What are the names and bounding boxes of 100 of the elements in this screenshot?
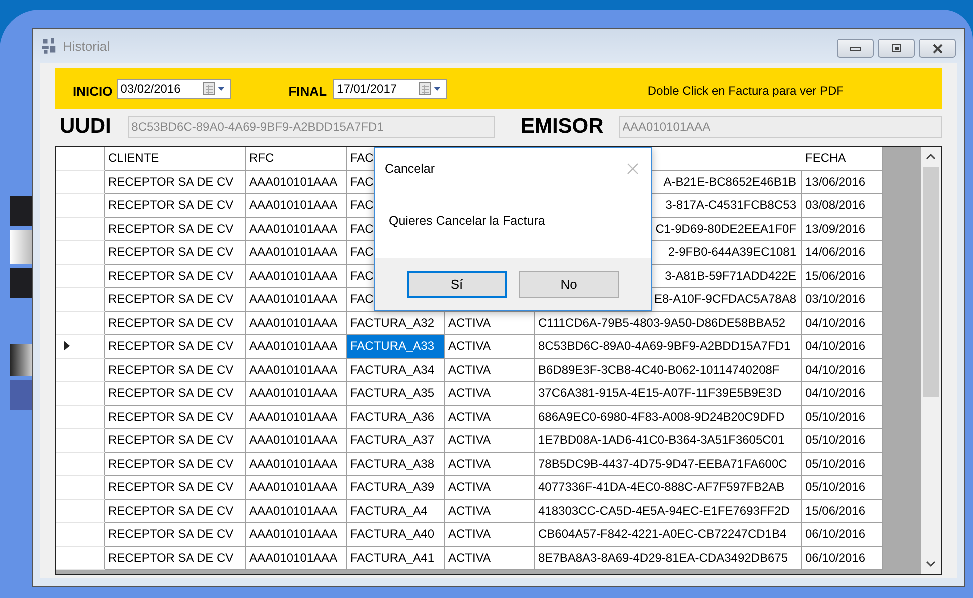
uudi-label: UUDI — [60, 115, 112, 139]
table-cell: 3-817A-C4531FCB8C53 — [666, 198, 796, 212]
table-cell: 14/06/2016 — [806, 245, 866, 260]
table-cell: FACTURA_A37 — [350, 433, 435, 448]
table-cell: 05/10/2016 — [806, 410, 866, 424]
table-cell: FACTURA_A32 — [350, 316, 435, 330]
table-cell: ACTIVA — [448, 480, 491, 494]
table-cell: 05/10/2016 — [806, 480, 866, 494]
table-cell: AAA010101AAA — [250, 504, 338, 518]
table-cell: RECEPTOR SA DE CV — [108, 386, 234, 400]
date-picker[interactable]: 03/02/2016 — [116, 78, 231, 98]
background-window-edge — [10, 380, 32, 410]
background-window-edge — [10, 196, 32, 226]
table-cell: ACTIVA — [448, 410, 491, 424]
window-title: Historial — [63, 38, 110, 54]
table-cell: 4077336F-41DA-4EC0-888C-AF7F597FB2AB — [538, 480, 785, 494]
table-cell: ACTIVA — [448, 550, 491, 565]
close-button[interactable] — [919, 39, 956, 58]
table-cell: ACTIVA — [448, 504, 491, 518]
table-cell: AAA010101AAA — [250, 292, 338, 306]
background-window-edge — [10, 268, 32, 298]
dialog-button[interactable]: No — [519, 270, 619, 298]
table-cell: RECEPTOR SA DE CV — [108, 433, 234, 448]
table-cell: RECEPTOR SA DE CV — [108, 198, 234, 212]
table-cell: AAA010101AAA — [250, 433, 338, 448]
table-cell: 04/10/2016 — [806, 386, 866, 400]
table-cell: 15/06/2016 — [806, 268, 866, 283]
table-cell: RECEPTOR SA DE CV — [108, 245, 234, 260]
table-cell: ACTIVA — [448, 339, 491, 354]
table-cell: AAA010101AAA — [250, 527, 338, 542]
column-header[interactable]: RFC — [245, 147, 346, 170]
table-cell: FACTURA_A35 — [350, 386, 435, 400]
table-cell: RECEPTOR SA DE CV — [108, 480, 234, 494]
table-cell: RECEPTOR SA DE CV — [108, 456, 234, 471]
calendar-icon — [419, 82, 444, 96]
table-cell: ACTIVA — [448, 527, 491, 542]
table-cell: FACTURA_A41 — [350, 550, 435, 565]
table-cell: AAA010101AAA — [250, 198, 338, 212]
table-cell: AAA010101AAA — [250, 268, 338, 283]
close-icon — [930, 44, 944, 54]
table-cell: FAC — [350, 268, 374, 283]
table-cell: FACTURA_A36 — [350, 410, 435, 424]
table-cell: 15/06/2016 — [806, 504, 866, 518]
table-cell: FACTURA_A40 — [350, 527, 435, 542]
date-picker[interactable]: 17/01/2017 — [333, 78, 448, 98]
table-cell: 04/10/2016 — [806, 339, 866, 354]
start-label: INICIO — [73, 84, 113, 99]
table-cell: A-B21E-BC8652E46B1B — [664, 174, 796, 189]
table-cell: B6D89E3F-3CB8-4C40-B062-10114740208F — [538, 362, 780, 377]
scrollbar[interactable] — [921, 147, 941, 574]
table-cell: FACTURA_A39 — [350, 480, 435, 494]
table-cell: 1E7BD08A-1AD6-41C0-B364-3A51F3605C01 — [538, 433, 785, 448]
table-cell: RECEPTOR SA DE CV — [108, 268, 234, 283]
selected-cell[interactable]: FACTURA_A33 — [346, 334, 444, 358]
table-cell: RECEPTOR SA DE CV — [108, 292, 234, 306]
table-cell: ACTIVA — [448, 386, 491, 400]
table-cell: RECEPTOR SA DE CV — [108, 339, 234, 354]
table-cell: 03/08/2016 — [806, 198, 866, 212]
table-cell: ACTIVA — [448, 433, 491, 448]
maximize-icon — [890, 44, 904, 54]
table-cell: 13/09/2016 — [806, 222, 866, 236]
table-cell: 06/10/2016 — [806, 550, 866, 565]
table-cell: FACTURA_A4 — [350, 504, 428, 518]
emisor-label: EMISOR — [520, 115, 605, 139]
table-cell: RECEPTOR SA DE CV — [108, 316, 234, 330]
table-cell: RECEPTOR SA DE CV — [108, 362, 234, 377]
background-window-edge — [10, 230, 32, 264]
column-header[interactable]: CLIENTE — [104, 147, 245, 170]
table-cell: AAA010101AAA — [250, 339, 338, 354]
table-cell: RECEPTOR SA DE CV — [108, 222, 234, 236]
table-cell: 8C53BD6C-89A0-4A69-9BF9-A2BDD15A7FD1 — [538, 339, 791, 354]
scroll-thumb[interactable] — [923, 167, 939, 397]
table-cell: RECEPTOR SA DE CV — [108, 410, 234, 424]
table-cell: CB604A57-F842-4221-A0EC-CB72247CD1B4 — [538, 527, 787, 542]
table-cell: RECEPTOR SA DE CV — [108, 174, 234, 189]
table-cell: FACTURA_A38 — [350, 456, 435, 471]
table-cell: 04/10/2016 — [806, 316, 866, 330]
background-window-edge — [10, 344, 32, 376]
table-cell: 8E7BA8A3-8A69-4D29-81EA-CDA3492DB675 — [538, 550, 788, 565]
table-cell: AAA010101AAA — [250, 222, 338, 236]
table-cell: 03/10/2016 — [806, 292, 866, 306]
table-cell: AAA010101AAA — [250, 386, 338, 400]
table-cell: 05/10/2016 — [806, 433, 866, 448]
table-cell: RECEPTOR SA DE CV — [108, 550, 234, 565]
hint-text: Doble Click en Factura para ver PDF — [648, 84, 844, 98]
end-label: FINAL — [288, 84, 328, 99]
table-cell: 37C6A381-915A-4E15-A07F-11F39E5B9E3D — [538, 386, 782, 400]
table-cell: ACTIVA — [448, 362, 491, 377]
table-cell: 686A9EC0-6980-4F83-A008-9D24B20C9DFD — [538, 410, 785, 424]
table-cell: AAA010101AAA — [250, 410, 338, 424]
scroll-down-icon — [926, 560, 936, 568]
dialog-button[interactable]: Sí — [407, 270, 507, 298]
table-cell: C1-9D69-80DE2EEA1F0F — [656, 222, 796, 236]
table-cell: ACTIVA — [448, 316, 491, 330]
maximize-button[interactable] — [878, 39, 915, 58]
column-header[interactable]: FECHA — [801, 147, 882, 170]
table-cell: FAC — [350, 245, 374, 260]
table-cell: AAA010101AAA — [250, 456, 338, 471]
table-cell: 06/10/2016 — [806, 527, 866, 542]
minimize-button[interactable] — [837, 39, 874, 58]
